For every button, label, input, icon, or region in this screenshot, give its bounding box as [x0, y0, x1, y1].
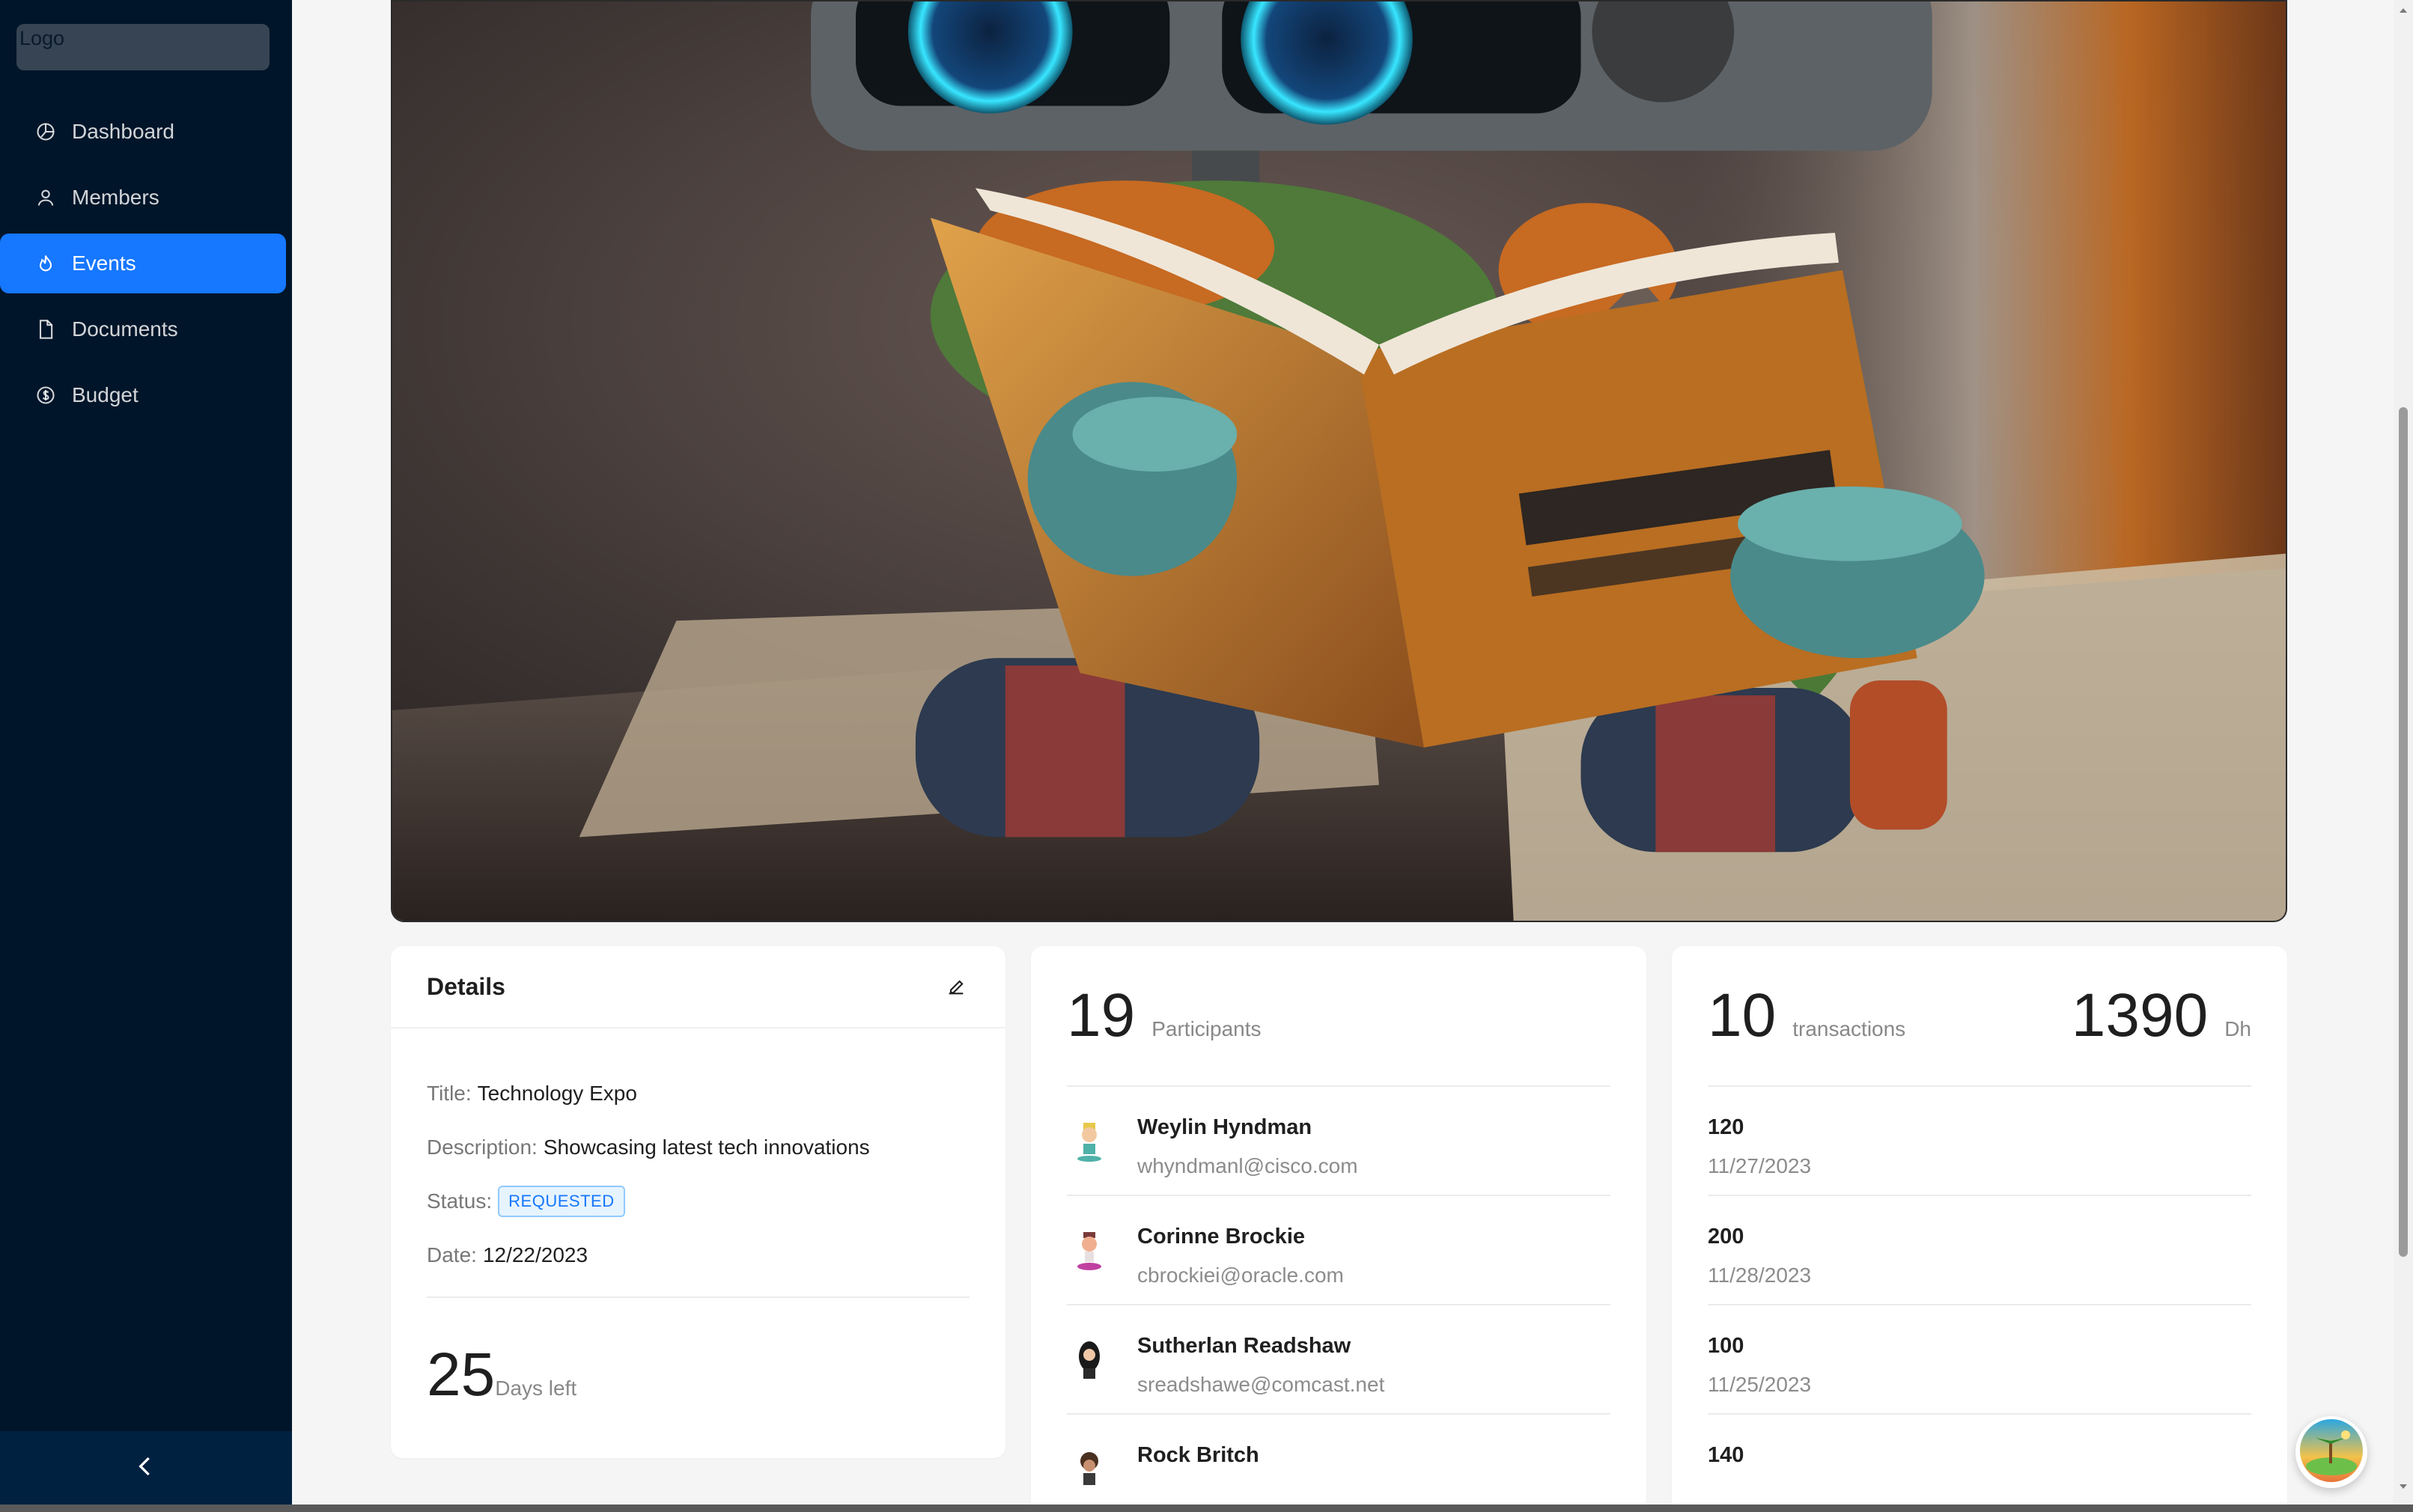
participants-card: 19 Participants Weylin Hyndman whyndmanl…: [1031, 946, 1646, 1512]
transactions-label: transactions: [1792, 1017, 1906, 1040]
sidebar-item-members[interactable]: Members: [0, 168, 286, 228]
event-cover-image: [391, 0, 2287, 922]
detail-description-value: Showcasing latest tech innovations: [543, 1135, 870, 1159]
user-icon: [34, 186, 57, 209]
sidebar-item-documents[interactable]: Documents: [0, 299, 286, 359]
details-card: Details Title: Technology Expo Descripti…: [391, 946, 1005, 1458]
participants-label: Participants: [1151, 1017, 1262, 1040]
list-item[interactable]: Corinne Brockie cbrockiei@oracle.com: [1067, 1196, 1610, 1305]
detail-title-label: Title:: [427, 1082, 472, 1105]
list-item[interactable]: 100 11/25/2023: [1708, 1305, 2251, 1415]
transaction-amount: 100: [1708, 1334, 1744, 1358]
detail-description-label: Description:: [427, 1135, 538, 1159]
list-item[interactable]: 120 11/27/2023: [1708, 1087, 2251, 1196]
avatar: [1067, 1448, 1112, 1493]
details-heading: Details: [427, 972, 505, 1000]
transaction-date: 11/25/2023: [1708, 1373, 1812, 1396]
days-left-label: Days left: [495, 1377, 577, 1400]
detail-date-row: Date: 12/22/2023: [427, 1243, 970, 1268]
edit-icon[interactable]: [943, 973, 970, 1000]
details-body: Title: Technology Expo Description: Show…: [391, 1028, 1005, 1410]
transactions-count: 10: [1708, 981, 1777, 1049]
participant-email: whyndmanl@cisco.com: [1137, 1154, 1358, 1177]
participant-name: Sutherlan Readshaw: [1137, 1334, 1351, 1358]
detail-title-value: Technology Expo: [477, 1082, 637, 1105]
list-item[interactable]: Weylin Hyndman whyndmanl@cisco.com: [1067, 1087, 1610, 1196]
dollar-icon: [34, 384, 57, 406]
detail-status-label: Status:: [427, 1189, 493, 1213]
window-bottom-edge: [0, 1505, 2413, 1512]
participant-email: sreadshawe@comcast.net: [1137, 1373, 1385, 1396]
transaction-amount: 120: [1708, 1115, 1744, 1139]
sidebar-collapse-button[interactable]: [0, 1431, 292, 1505]
sidebar-item-events[interactable]: Events: [0, 234, 286, 293]
file-icon: [34, 318, 57, 341]
scrollbar-thumb[interactable]: [2399, 407, 2408, 1257]
detail-title-row: Title: Technology Expo: [427, 1081, 970, 1106]
page-scrollbar[interactable]: [2394, 0, 2413, 1505]
floating-assistant-button[interactable]: [2295, 1416, 2367, 1488]
avatar: [1067, 1338, 1112, 1383]
detail-date-label: Date:: [427, 1243, 477, 1266]
detail-status-row: Status: REQUESTED: [427, 1186, 970, 1217]
sidebar-item-budget[interactable]: Budget: [0, 365, 286, 425]
status-badge: REQUESTED: [498, 1186, 625, 1217]
list-item[interactable]: Rock Britch: [1067, 1415, 1610, 1512]
participants-count: 19: [1067, 981, 1136, 1049]
detail-date-value: 12/22/2023: [482, 1243, 588, 1266]
transactions-card: 10 transactions 1390 Dh 120 11/27/2023 2…: [1672, 946, 2287, 1512]
transactions-currency: Dh: [2224, 1017, 2251, 1040]
participant-name: Weylin Hyndman: [1137, 1115, 1312, 1139]
robot-reading-book-illustration: [392, 1, 2286, 921]
scroll-up-icon[interactable]: [2397, 4, 2409, 16]
transactions-stat: 10 transactions: [1708, 981, 1905, 1051]
divider: [427, 1296, 970, 1298]
transaction-date: 11/27/2023: [1708, 1154, 1812, 1177]
days-left: 25 Days left: [427, 1340, 970, 1410]
sidebar-item-dashboard[interactable]: Dashboard: [0, 102, 286, 162]
pie-chart-icon: [34, 121, 57, 143]
transaction-amount: 140: [1708, 1443, 1744, 1467]
participant-name: Rock Britch: [1137, 1443, 1259, 1467]
avatar: [1067, 1229, 1112, 1274]
list-item[interactable]: 140: [1708, 1415, 2251, 1512]
sidebar-item-label: Events: [72, 252, 136, 275]
scroll-down-icon[interactable]: [2397, 1481, 2409, 1493]
transactions-header: 10 transactions 1390 Dh: [1708, 946, 2251, 1087]
transactions-total-amount: 1390: [2071, 981, 2209, 1049]
list-item[interactable]: 200 11/28/2023: [1708, 1196, 2251, 1305]
transaction-date: 11/28/2023: [1708, 1263, 1812, 1287]
participant-email: cbrockiei@oracle.com: [1137, 1263, 1344, 1287]
participants-header: 19 Participants: [1067, 946, 1610, 1087]
chevron-left-icon: [138, 1457, 154, 1480]
details-card-header: Details: [391, 946, 1005, 1028]
sidebar-item-label: Budget: [72, 383, 139, 406]
transactions-total: 1390 Dh: [2072, 981, 2251, 1051]
sidebar-item-label: Members: [72, 186, 159, 209]
sidebar: Logo Dashboard Members Events Documents: [0, 0, 292, 1505]
participants-stat: 19 Participants: [1067, 981, 1262, 1051]
sidebar-item-label: Dashboard: [72, 120, 174, 143]
participants-list: Weylin Hyndman whyndmanl@cisco.com Corin…: [1067, 1087, 1610, 1512]
island-icon: [2299, 1418, 2364, 1487]
list-item[interactable]: Sutherlan Readshaw sreadshawe@comcast.ne…: [1067, 1305, 1610, 1415]
sidebar-item-label: Documents: [72, 317, 178, 341]
fire-icon: [34, 252, 57, 275]
transactions-list: 120 11/27/2023 200 11/28/2023 100 11/25/…: [1708, 1087, 2251, 1512]
logo[interactable]: Logo: [16, 24, 270, 70]
days-left-number: 25: [427, 1341, 496, 1409]
participant-name: Corinne Brockie: [1137, 1225, 1305, 1249]
transaction-amount: 200: [1708, 1225, 1744, 1249]
detail-description-row: Description: Showcasing latest tech inno…: [427, 1135, 970, 1160]
avatar: [1067, 1120, 1112, 1165]
